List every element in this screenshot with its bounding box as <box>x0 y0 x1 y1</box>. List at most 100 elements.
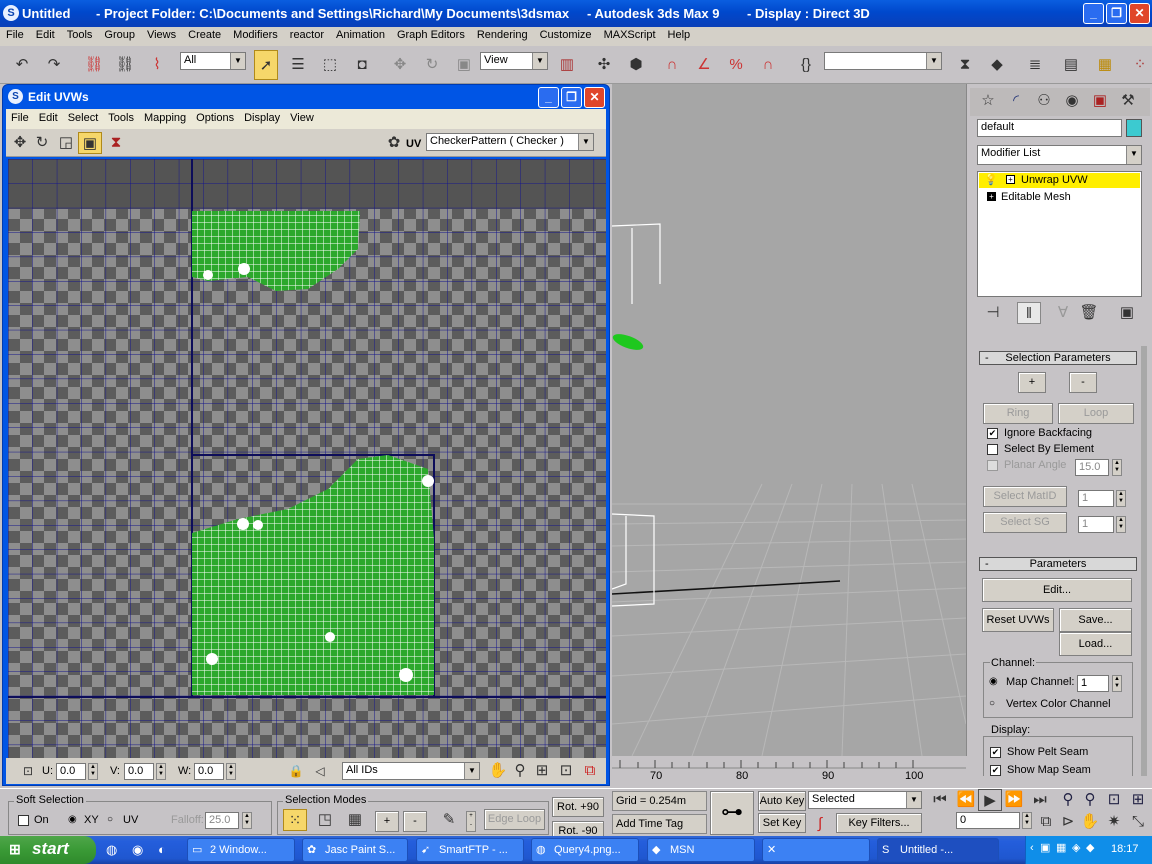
menu-help[interactable]: Help <box>662 27 697 41</box>
zoom-extents-icon[interactable]: ⊡ <box>554 760 578 782</box>
set-key-button[interactable]: Set Key <box>758 813 806 833</box>
planar-angle-checkbox[interactable] <box>987 460 998 471</box>
command-panel-scrollbar[interactable] <box>1141 346 1147 776</box>
mirror-icon[interactable]: ⧗ <box>953 54 977 76</box>
rectangular-selection-icon[interactable]: ⬚ <box>318 54 342 76</box>
uv-menu-tools[interactable]: Tools <box>103 109 139 124</box>
menu-modifiers[interactable]: Modifiers <box>227 27 284 41</box>
vertex-color-channel-radio[interactable]: ○ <box>989 698 995 709</box>
menu-reactor[interactable]: reactor <box>284 27 330 41</box>
vertex-mode-icon[interactable]: ⁙ <box>283 809 307 831</box>
named-selection-dropdown[interactable]: ▼ <box>824 52 942 70</box>
motion-tab-icon[interactable]: ◉ <box>1060 90 1084 112</box>
select-and-link-icon[interactable]: ⛓ <box>82 54 106 76</box>
load-button[interactable]: Load... <box>1059 632 1132 656</box>
ring-button[interactable]: Ring <box>983 403 1053 424</box>
select-by-name-icon[interactable]: ☰ <box>286 54 310 76</box>
select-by-element-checkbox[interactable] <box>987 444 998 455</box>
minimize-button[interactable]: _ <box>1083 3 1104 24</box>
edit-named-selection-icon[interactable]: {} <box>794 54 818 76</box>
modify-tab-icon[interactable]: ◜ <box>1004 90 1028 112</box>
save-button[interactable]: Save... <box>1059 608 1132 632</box>
grow-selection-button[interactable]: + <box>1018 372 1046 393</box>
spinner-arrows-icon[interactable]: ▲ ▼ <box>1112 675 1122 692</box>
uv-close-button[interactable]: ✕ <box>584 87 605 108</box>
face-mode-icon[interactable]: ▦ <box>343 809 367 831</box>
curve-editor-icon[interactable]: ▤ <box>1059 54 1083 76</box>
task-msn[interactable]: ◆ MSN <box>647 838 755 862</box>
keyboard-shortcut-override-icon[interactable]: ⬢ <box>624 54 648 76</box>
menu-maxscript[interactable]: MAXScript <box>598 27 662 41</box>
pan-view-icon[interactable]: ✋ <box>1078 811 1102 833</box>
uv-menu-edit[interactable]: Edit <box>34 109 63 124</box>
uv-editor-canvas[interactable] <box>8 159 606 758</box>
v-spinner[interactable]: 0.0 <box>124 763 154 780</box>
shrink-button[interactable]: - <box>403 811 427 832</box>
menu-views[interactable]: Views <box>141 27 182 41</box>
snap-icon[interactable]: ⧉ <box>578 760 602 782</box>
task-3dsmax[interactable]: S Untitled -... <box>877 838 999 862</box>
selection-filter-dropdown[interactable]: All ▼ <box>180 52 246 70</box>
start-button[interactable]: ⊞ start <box>0 836 96 864</box>
edge-mode-icon[interactable]: ◳ <box>313 809 337 831</box>
pan-icon[interactable]: ✋ <box>486 760 510 782</box>
uv-minimize-button[interactable]: _ <box>538 87 559 108</box>
make-unique-icon[interactable]: ∀ <box>1051 302 1075 324</box>
menu-customize[interactable]: Customize <box>534 27 598 41</box>
pin-stack-icon[interactable]: ⊣ <box>981 302 1005 324</box>
zoom-extents-all-icon[interactable]: ⊞ <box>1126 789 1150 811</box>
tray-expand-icon[interactable]: ‹ <box>1030 842 1034 854</box>
zoom-extents-icon[interactable]: ⊡ <box>1102 789 1126 811</box>
uv-maximize-button[interactable]: ❐ <box>561 87 582 108</box>
play-icon[interactable]: ▶ <box>978 789 1002 811</box>
lightbulb-icon[interactable]: 💡 <box>984 173 998 186</box>
maximize-viewport-icon[interactable]: ⤡ <box>1126 811 1150 833</box>
schematic-view-icon[interactable]: ▦ <box>1093 54 1117 76</box>
menu-group[interactable]: Group <box>98 27 141 41</box>
task-jasc-paint-shop[interactable]: ✿ Jasc Paint S... <box>302 838 408 862</box>
menu-rendering[interactable]: Rendering <box>471 27 534 41</box>
uv-radio[interactable]: ○ <box>107 814 113 825</box>
object-color-swatch[interactable] <box>1126 119 1142 137</box>
menu-graph-editors[interactable]: Graph Editors <box>391 27 471 41</box>
spinner-arrows-icon[interactable]: ▲ ▼ <box>1116 490 1126 507</box>
show-desktop-icon[interactable]: ◐ <box>158 842 166 857</box>
angle-snap-icon[interactable]: ∠ <box>692 54 716 76</box>
w-spinner[interactable]: 0.0 <box>194 763 224 780</box>
uv-menu-file[interactable]: File <box>6 109 34 124</box>
spinner-arrows-icon[interactable]: ▲ ▼ <box>226 763 236 780</box>
grow-button[interactable]: + <box>375 811 399 832</box>
scale-icon[interactable]: ◲ <box>54 132 78 154</box>
shrink-selection-button[interactable]: - <box>1069 372 1097 393</box>
uv-menu-select[interactable]: Select <box>63 109 104 124</box>
ids-dropdown[interactable]: All IDs ▼ <box>342 762 480 780</box>
mirror-uv-icon[interactable]: ⧗ <box>104 132 128 154</box>
redo-icon[interactable]: ↷ <box>42 54 66 76</box>
key-filters-button[interactable]: Key Filters... <box>836 813 922 833</box>
rotate-icon[interactable]: ↻ <box>30 132 54 154</box>
paint-size-arrows-icon[interactable]: + - <box>466 811 476 832</box>
select-and-scale-icon[interactable]: ▣ <box>452 54 476 76</box>
xy-radio[interactable]: ◉ <box>68 814 77 825</box>
lock-selected-icon[interactable]: 🔒 <box>284 760 308 782</box>
texture-dropdown[interactable]: CheckerPattern ( Checker ) ▼ <box>426 133 594 151</box>
menu-create[interactable]: Create <box>182 27 227 41</box>
arc-rotate-icon[interactable]: ✷ <box>1102 811 1126 833</box>
percent-snap-icon[interactable]: % <box>724 54 748 76</box>
map-channel-spinner[interactable]: 1 <box>1077 675 1109 692</box>
remove-modifier-icon[interactable]: 🗑 <box>1077 302 1101 324</box>
freeform-mode-icon[interactable]: ▣ <box>78 132 102 154</box>
time-configuration-icon[interactable]: ⧉ <box>1034 811 1058 833</box>
stack-item-unwrap-uvw[interactable]: 💡 + Unwrap UVW <box>979 173 1140 188</box>
task-smartftp[interactable]: ➹ SmartFTP - ... <box>416 838 524 862</box>
bind-space-warp-icon[interactable]: ⌇ <box>145 54 169 76</box>
default-tangent-icon[interactable]: ∫ <box>808 813 832 835</box>
track-bar[interactable]: 70 80 90 100 <box>612 756 966 788</box>
unlink-icon[interactable]: ⛓ <box>113 54 137 76</box>
u-spinner[interactable]: 0.0 <box>56 763 86 780</box>
close-button[interactable]: ✕ <box>1129 3 1150 24</box>
auto-key-button[interactable]: Auto Key <box>758 791 806 811</box>
object-name-field[interactable]: default <box>977 119 1122 137</box>
loop-button[interactable]: Loop <box>1058 403 1134 424</box>
hierarchy-tab-icon[interactable]: ⚇ <box>1032 90 1056 112</box>
